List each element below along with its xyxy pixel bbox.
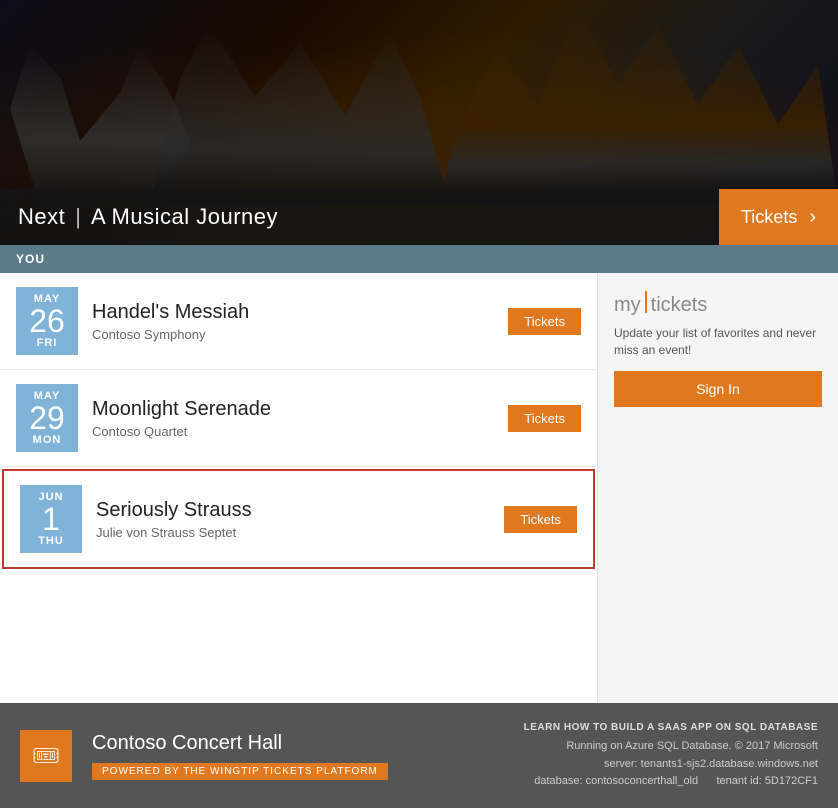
footer-logo: 🎟 bbox=[20, 730, 72, 782]
event-2-info: Moonlight Serenade Contoso Quartet bbox=[92, 397, 494, 439]
event-3-subtitle: Julie von Strauss Septet bbox=[96, 525, 490, 540]
footer-running-on: Running on Azure SQL Database. © 2017 Mi… bbox=[524, 738, 818, 756]
event-3-weekday: THU bbox=[38, 535, 64, 547]
footer-learn-how: LEARN HOW TO BUILD A SAAS APP ON SQL DAT… bbox=[524, 720, 818, 736]
date-box-3: JUN 1 THU bbox=[20, 485, 82, 553]
my-divider-icon bbox=[645, 291, 647, 313]
event-1-weekday: FRI bbox=[37, 337, 58, 349]
event-3-day: 1 bbox=[42, 503, 60, 535]
event-3-tickets-button[interactable]: Tickets bbox=[504, 506, 577, 533]
footer-tenant-id: tenant id: 5D172CF1 bbox=[716, 775, 818, 787]
tickets-label: tickets bbox=[651, 294, 708, 317]
my-label: my bbox=[614, 294, 641, 317]
event-1-info: Handel's Messiah Contoso Symphony bbox=[92, 300, 494, 342]
footer-database: database: contosoconcerthall_old bbox=[534, 775, 698, 787]
hero-title: Next | A Musical Journey bbox=[0, 204, 278, 230]
hero-divider: | bbox=[75, 204, 81, 230]
ticket-icon: 🎟 bbox=[32, 743, 60, 769]
event-3-info: Seriously Strauss Julie von Strauss Sept… bbox=[96, 498, 490, 540]
event-1-title: Handel's Messiah bbox=[92, 300, 494, 324]
hero-next-label: Next bbox=[18, 204, 65, 230]
event-3-title: Seriously Strauss bbox=[96, 498, 490, 522]
sign-in-button[interactable]: Sign In bbox=[614, 371, 822, 407]
event-1-day: 26 bbox=[29, 305, 65, 337]
event-2-day: 29 bbox=[29, 402, 65, 434]
event-item-3: JUN 1 THU Seriously Strauss Julie von St… bbox=[2, 469, 595, 569]
hero-section: Next | A Musical Journey Tickets › bbox=[0, 0, 838, 245]
my-tickets-header: my tickets bbox=[614, 289, 822, 317]
date-box-1: MAY 26 FRI bbox=[16, 287, 78, 355]
event-2-weekday: MON bbox=[33, 434, 62, 446]
footer-right: LEARN HOW TO BUILD A SAAS APP ON SQL DAT… bbox=[524, 720, 818, 791]
hero-tickets-label: Tickets bbox=[741, 207, 797, 228]
hero-chevron-icon: › bbox=[809, 206, 816, 229]
footer-venue-name: Contoso Concert Hall bbox=[92, 732, 504, 755]
footer-database-tenant: database: contosoconcerthall_old tenant … bbox=[524, 773, 818, 791]
events-list: MAY 26 FRI Handel's Messiah Contoso Symp… bbox=[0, 273, 598, 703]
event-item-2: MAY 29 MON Moonlight Serenade Contoso Qu… bbox=[0, 370, 597, 467]
main-content: MAY 26 FRI Handel's Messiah Contoso Symp… bbox=[0, 273, 838, 703]
event-2-tickets-button[interactable]: Tickets bbox=[508, 405, 581, 432]
event-item-1: MAY 26 FRI Handel's Messiah Contoso Symp… bbox=[0, 273, 597, 370]
event-2-subtitle: Contoso Quartet bbox=[92, 424, 494, 439]
event-1-tickets-button[interactable]: Tickets bbox=[508, 308, 581, 335]
hero-bottom-bar: Next | A Musical Journey Tickets › bbox=[0, 189, 838, 245]
top-placeholder-bar: YOU bbox=[0, 245, 838, 273]
footer-main: Contoso Concert Hall POWERED BY THE WING… bbox=[92, 732, 504, 780]
event-1-subtitle: Contoso Symphony bbox=[92, 327, 494, 342]
date-box-2: MAY 29 MON bbox=[16, 384, 78, 452]
footer: 🎟 Contoso Concert Hall POWERED BY THE WI… bbox=[0, 703, 838, 808]
footer-powered-by: POWERED BY THE WINGTIP TICKETS PLATFORM bbox=[92, 763, 388, 780]
top-placeholder-text: YOU bbox=[16, 252, 45, 266]
event-2-title: Moonlight Serenade bbox=[92, 397, 494, 421]
hero-tickets-button[interactable]: Tickets › bbox=[719, 189, 838, 245]
footer-server: server: tenants1-sjs2.database.windows.n… bbox=[524, 756, 818, 774]
sidebar: my tickets Update your list of favorites… bbox=[598, 273, 838, 703]
sidebar-description: Update your list of favorites and never … bbox=[614, 325, 822, 359]
hero-main-title: A Musical Journey bbox=[91, 204, 278, 230]
